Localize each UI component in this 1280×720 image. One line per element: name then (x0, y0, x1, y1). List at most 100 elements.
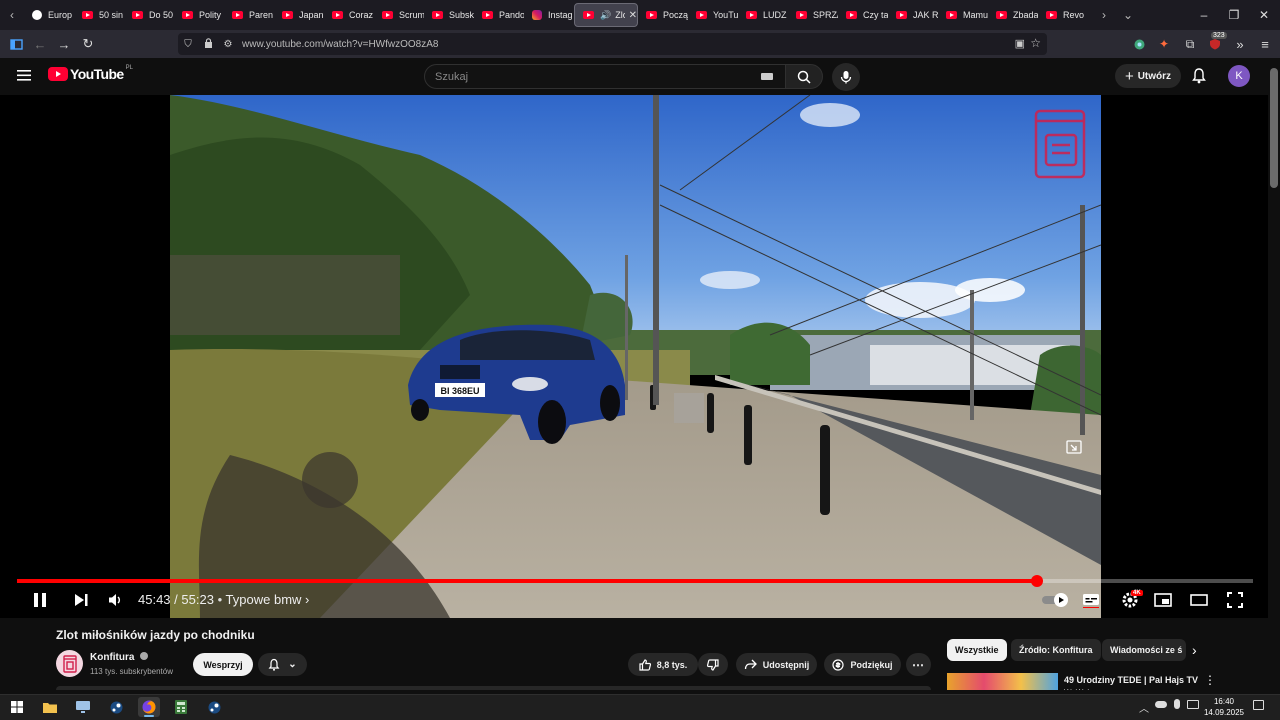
firefox-app[interactable] (138, 697, 160, 717)
notification-center-icon[interactable] (1253, 700, 1264, 710)
browser-tab[interactable]: Czy ta (838, 3, 888, 27)
browser-menu-icon[interactable]: ≡ (1253, 32, 1277, 56)
fox-extension-icon[interactable]: ✦ (1152, 32, 1176, 56)
theater-mode-button[interactable] (1189, 590, 1209, 610)
browser-tab[interactable]: Paren (224, 3, 274, 27)
settings-button[interactable]: 4K (1118, 590, 1143, 610)
browser-tab[interactable]: Zbada (988, 3, 1038, 27)
browser-tab[interactable]: 50 sin (74, 3, 124, 27)
address-bar[interactable]: ⛉ ⚙ www.youtube.com/watch?v=HWfwzOO8zA8 … (178, 33, 1047, 55)
browser-tab[interactable]: Coraz (324, 3, 374, 27)
support-button[interactable]: Wesprzyj (193, 653, 253, 676)
recommendation-thumbnail[interactable] (947, 673, 1058, 690)
search-input[interactable]: Szukaj (424, 64, 786, 89)
reload-icon[interactable]: ↻ (76, 32, 100, 56)
steam-app[interactable] (105, 697, 127, 717)
tray-overflow-chevron-icon[interactable]: ︿ (1139, 700, 1149, 715)
more-tools-chevron-icon[interactable]: » (1228, 32, 1252, 56)
system-clock[interactable]: 16:40 14.09.2025 (1199, 696, 1249, 718)
file-explorer-app[interactable] (39, 697, 61, 717)
steam-app-2[interactable] (203, 697, 225, 717)
next-video-button[interactable] (71, 590, 91, 610)
picture-in-picture-icon[interactable]: ▣ (1015, 37, 1025, 50)
forward-arrow-icon[interactable]: → (52, 32, 76, 56)
back-arrow-icon[interactable]: ← (28, 32, 52, 56)
video-frame[interactable]: BI 368EU (170, 95, 1101, 618)
notifications-button[interactable]: ⌄ (258, 653, 307, 676)
browser-tab[interactable]: Począ (638, 3, 688, 27)
sidebar-toggle-icon[interactable] (4, 32, 28, 56)
browser-tab[interactable]: Pando (474, 3, 524, 27)
subtitles-button[interactable] (1081, 590, 1101, 610)
browser-tab-active[interactable]: 🔊 Zlot ✕ (574, 3, 638, 27)
minimize-window-button[interactable]: – (1190, 0, 1218, 30)
recommendation-title[interactable]: 49 Urodziny TEDE | Pal Hajs TV (1064, 675, 1198, 685)
tab-scroll-left-icon[interactable]: ‹ (0, 0, 24, 30)
tab-audio-playing-icon[interactable]: 🔊 (600, 10, 611, 21)
browser-tab[interactable]: Revo (1038, 3, 1088, 27)
youtube-logo[interactable]: YouTube PL (48, 65, 133, 82)
miniplayer-button[interactable] (1153, 590, 1173, 610)
chapter-chevron-icon[interactable]: › (305, 592, 309, 607)
progress-bar[interactable] (17, 575, 1253, 587)
keyboard-icon[interactable] (761, 73, 773, 80)
page-permissions-icon[interactable]: ⚙ (218, 39, 238, 50)
browser-tab[interactable]: Subsk (424, 3, 474, 27)
fullscreen-button[interactable] (1225, 590, 1245, 610)
browser-tab[interactable]: Europ (24, 3, 74, 27)
progress-scrubber-handle[interactable] (1030, 575, 1043, 587)
share-button[interactable]: Udostępnij (736, 653, 817, 676)
recommendation-channel[interactable]: WaWaka (1064, 688, 1096, 690)
browser-tab[interactable]: Japan (274, 3, 324, 27)
onedrive-cloud-icon[interactable] (1155, 701, 1167, 708)
chip-all[interactable]: Wszystkie (947, 639, 1007, 661)
video-player[interactable]: BI 368EU (0, 95, 1268, 618)
network-icon[interactable] (1187, 700, 1199, 709)
close-tab-icon[interactable]: ✕ (629, 10, 637, 21)
browser-tab[interactable]: Do 50 (124, 3, 174, 27)
tab-scroll-right-icon[interactable]: › (1092, 0, 1116, 30)
browser-tab[interactable]: YouTu (688, 3, 738, 27)
autoplay-toggle[interactable] (1041, 590, 1071, 610)
channel-name-block[interactable]: Konfitura (90, 652, 149, 663)
start-button[interactable] (6, 697, 28, 717)
close-window-button[interactable]: ✕ (1250, 0, 1278, 30)
thanks-button[interactable]: Podziękuj (824, 653, 901, 676)
page-scrollbar-thumb[interactable] (1270, 68, 1278, 188)
volume-button[interactable] (106, 590, 126, 610)
like-button[interactable]: 8,8 tys. (628, 653, 698, 676)
monitor-app[interactable] (72, 697, 94, 717)
chips-next-chevron-icon[interactable]: › (1192, 642, 1197, 658)
pause-button[interactable] (30, 590, 50, 610)
browser-tab[interactable]: LUDZ (738, 3, 788, 27)
extensions-puzzle-icon[interactable]: ⧉ (1178, 32, 1202, 56)
microphone-tray-icon[interactable] (1174, 699, 1180, 709)
url-text[interactable]: www.youtube.com/watch?v=HWfwzOO8zA8 (242, 39, 438, 50)
voice-search-button[interactable] (832, 63, 860, 91)
channel-avatar[interactable] (56, 650, 83, 677)
vpn-extension-icon[interactable] (1127, 32, 1151, 56)
description-box[interactable] (56, 686, 931, 690)
browser-tab[interactable]: SPRZ/ (788, 3, 838, 27)
browser-tab[interactable]: Mamu (938, 3, 988, 27)
account-avatar[interactable]: K (1228, 65, 1250, 87)
browser-tab[interactable]: Scrum (374, 3, 424, 27)
channel-name[interactable]: Konfitura (90, 652, 134, 663)
tab-list-chevron-down-icon[interactable]: ⌄ (1116, 0, 1140, 30)
more-actions-button[interactable]: ⋯ (906, 653, 931, 676)
shield-extension-icon[interactable]: 323 (1203, 32, 1227, 56)
recommendation-menu-icon[interactable]: ⋮ (1204, 673, 1216, 687)
guide-menu-icon[interactable] (16, 67, 34, 85)
dislike-button[interactable] (698, 653, 728, 676)
browser-tab[interactable]: Instag (524, 3, 574, 27)
browser-tab[interactable]: Polity (174, 3, 224, 27)
chip-news[interactable]: Wiadomości ze ś (1102, 639, 1186, 661)
shield-icon[interactable]: ⛉ (178, 39, 198, 50)
lock-icon[interactable] (198, 37, 218, 51)
bookmark-star-icon[interactable]: ☆ (1030, 36, 1041, 50)
calculator-app[interactable] (170, 697, 192, 717)
create-button[interactable]: + Utwórz (1115, 64, 1181, 88)
restore-window-button[interactable]: ❐ (1220, 0, 1248, 30)
notifications-bell-icon[interactable] (1191, 67, 1207, 89)
chip-source-channel[interactable]: Źródło: Konfitura (1011, 639, 1101, 661)
